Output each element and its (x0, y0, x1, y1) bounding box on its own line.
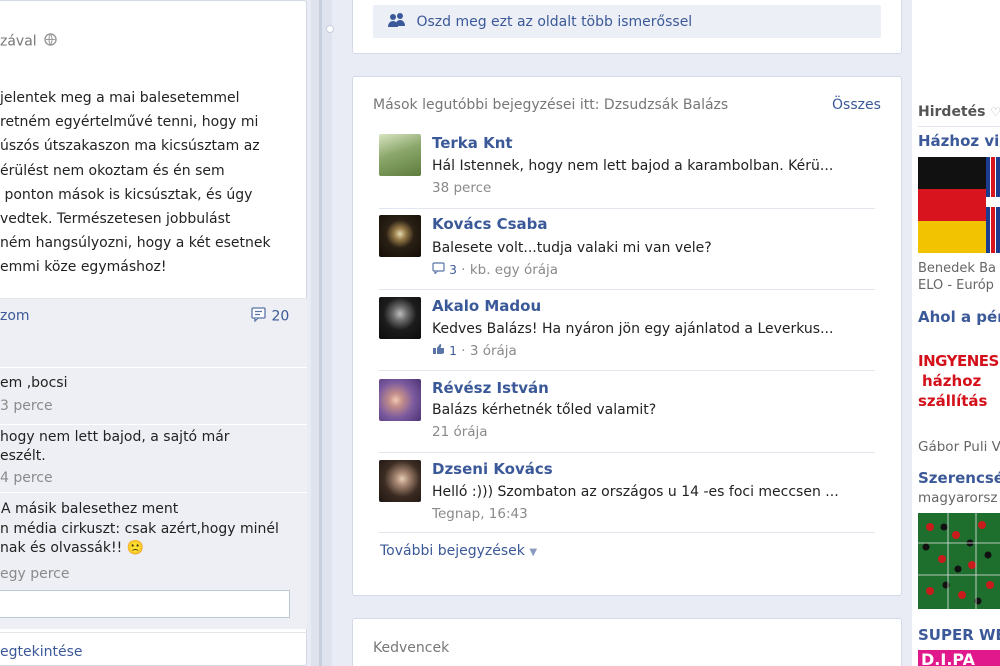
post-line: ném hangsúlyozni, hogy a két esetnek (0, 235, 271, 252)
ad-sponsor: Benedek Ba ELO - Európ (918, 261, 996, 293)
more-posts-link[interactable]: További bejegyzések ▼ (380, 543, 537, 559)
post-author[interactable]: Kovács Csaba (432, 215, 548, 233)
divider (0, 492, 307, 493)
divider (0, 632, 307, 633)
divider (379, 370, 875, 371)
comment-count[interactable]: 3 (449, 263, 457, 277)
avatar[interactable] (379, 134, 421, 176)
comment-time: egy perce (0, 565, 70, 582)
all-posts-link[interactable]: Összes (832, 97, 881, 113)
post-snippet[interactable]: Balesete volt...tudja valaki mi van vele… (432, 240, 712, 256)
ad-image-roulette[interactable] (918, 513, 1000, 609)
ad-title[interactable]: Ahol a pén (918, 308, 1000, 326)
divider (379, 208, 875, 209)
divider (379, 532, 875, 533)
post-line: emmi köze egymáshoz! (0, 259, 167, 276)
post-line: retném egyértelművé tenni, hogy mi (0, 114, 259, 131)
like-icon[interactable] (432, 343, 445, 359)
comment-icon (251, 307, 267, 326)
divider (0, 424, 307, 425)
ad-title[interactable]: SUPER WE (918, 626, 1000, 644)
post-snippet[interactable]: Helló :))) Szombaton az országos u 14 -e… (432, 484, 839, 500)
post-line: úszós útszakaszon ma kicsúsztam az (0, 138, 260, 155)
post-line: érülést nem okoztam és én sem (0, 162, 225, 179)
divider (918, 126, 1000, 127)
comment-count[interactable]: 20 (251, 307, 289, 326)
comment-input[interactable] (0, 590, 290, 618)
post-time[interactable]: Tegnap, 16:43 (432, 506, 528, 522)
post-author[interactable]: Révész István (432, 379, 549, 397)
post-line: jelentek meg a mai balesetemmel (0, 90, 240, 106)
sad-emoji-icon: 🙁 (126, 540, 145, 556)
post-time[interactable]: 21 órája (432, 424, 488, 440)
timeline-dot (326, 25, 334, 33)
ad-image-banner[interactable]: D.I.PA (918, 650, 1000, 666)
chevron-down-icon: ▼ (529, 547, 538, 558)
comment-item: em ,bocsi 3 perce (0, 375, 68, 414)
favorites-title: Kedvencek (373, 640, 450, 656)
divider (379, 452, 875, 453)
comment-time: 3 perce (0, 398, 53, 414)
ad-sponsor: Gábor Puli V (918, 439, 1000, 455)
avatar[interactable] (379, 379, 421, 421)
recent-posts-title: Mások legutóbbi bejegyzései itt: Dzsudzs… (373, 97, 729, 113)
divider (0, 367, 307, 368)
view-more-link[interactable]: egtekintése (0, 644, 82, 660)
post-snippet[interactable]: Balázs kérhetnék tőled valamit? (432, 402, 656, 418)
post-snippet[interactable]: Kedves Balázs! Ha nyáron jön egy ajánlat… (432, 321, 833, 337)
ad-title[interactable]: Házhoz vis (918, 132, 1000, 150)
post-header-fragment: zával (0, 33, 57, 50)
comment-item: hogy nem lett bajod, a sajtó már eszélt.… (0, 429, 230, 486)
public-globe-icon (44, 33, 57, 50)
post-meta: 1 · 3 órája (432, 343, 517, 359)
people-icon (387, 12, 409, 32)
ad-title[interactable]: Szerencsé (918, 469, 1000, 487)
like-count[interactable]: 1 (449, 344, 457, 358)
post-line: vedtek. Természetesen jobbulást (0, 211, 231, 228)
ad-info-icon[interactable]: ♡ (990, 105, 1000, 119)
comment-icon[interactable] (432, 262, 445, 278)
post-author[interactable]: Dzseni Kovács (432, 460, 553, 478)
post-body: jelentek meg a mai balesetemmel retném e… (0, 86, 300, 280)
ads-header: Hirdetés ♡ (918, 104, 1000, 120)
post-author[interactable]: Akalo Madou (432, 297, 541, 315)
post-action-link[interactable]: zom (0, 308, 30, 324)
post-time[interactable]: 3 órája (470, 343, 517, 359)
comment-item: A másik balesethez ment n média cirkuszt… (0, 500, 279, 584)
share-link[interactable]: Oszd meg ezt az oldalt több ismerőssel (387, 12, 692, 32)
ad-sponsor: magyarorsz (918, 490, 998, 506)
ad-image-free-delivery[interactable]: INGYENES házhoz szállítás (918, 335, 1000, 431)
avatar[interactable] (379, 460, 421, 502)
post-time[interactable]: 38 perce (432, 180, 491, 196)
avatar[interactable] (379, 297, 421, 339)
post-time[interactable]: kb. egy órája (470, 262, 558, 278)
post-meta: 3 · kb. egy órája (432, 262, 558, 278)
post-snippet[interactable]: Hál Istennek, hogy nem lett bajod a kara… (432, 158, 833, 174)
avatar[interactable] (379, 215, 421, 257)
comment-time: 4 perce (0, 470, 53, 486)
post-line: ponton mások is kicsúsztak, és úgy (0, 186, 253, 203)
post-author[interactable]: Terka Knt (432, 134, 513, 152)
ad-image-flags[interactable] (918, 157, 1000, 253)
divider (379, 289, 875, 290)
timeline-spine (311, 0, 332, 666)
